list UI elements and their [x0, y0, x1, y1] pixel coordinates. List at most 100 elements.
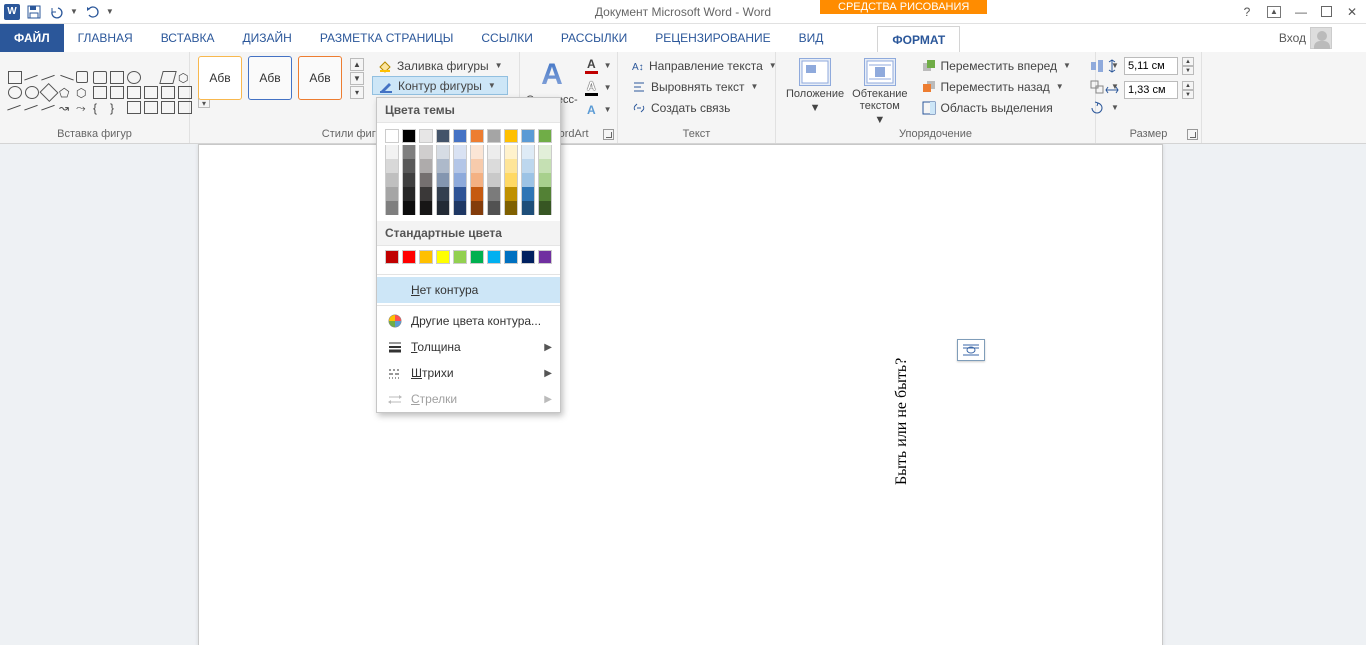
styles-more-icon[interactable]: ▾ — [350, 86, 364, 99]
tab-view[interactable]: ВИД — [785, 24, 838, 52]
standard-color-row[interactable] — [377, 246, 560, 272]
tab-references[interactable]: ССЫЛКИ — [467, 24, 546, 52]
color-swatch[interactable] — [385, 201, 399, 215]
color-swatch[interactable] — [419, 250, 433, 264]
width-down-icon[interactable]: ▼ — [1182, 90, 1194, 99]
color-swatch[interactable] — [504, 145, 518, 159]
color-swatch[interactable] — [385, 159, 399, 173]
theme-color-row[interactable] — [377, 123, 560, 145]
color-swatch[interactable] — [470, 173, 484, 187]
maximize-icon[interactable] — [1321, 6, 1332, 17]
shape-style-2[interactable]: Абв — [248, 56, 292, 100]
text-direction-button[interactable]: A↕ Направление текста▼ — [626, 56, 767, 75]
color-swatch[interactable] — [453, 173, 467, 187]
help-icon[interactable]: ? — [1237, 5, 1257, 19]
color-swatch[interactable] — [521, 145, 535, 159]
styles-up-icon[interactable]: ▲ — [350, 58, 364, 71]
send-backward-button[interactable]: Переместить назад▼ — [916, 77, 1076, 96]
color-swatch[interactable] — [470, 129, 484, 143]
color-swatch[interactable] — [402, 187, 416, 201]
color-swatch[interactable] — [487, 129, 501, 143]
color-swatch[interactable] — [521, 187, 535, 201]
wrap-text-button[interactable]: Обтекание текстом ▼ — [850, 56, 909, 128]
tab-insert[interactable]: ВСТАВКА — [147, 24, 229, 52]
color-swatch[interactable] — [521, 201, 535, 215]
tab-format[interactable]: ФОРМАТ — [877, 26, 960, 52]
color-swatch[interactable] — [385, 250, 399, 264]
shape-width-input[interactable] — [1124, 81, 1178, 99]
color-swatch[interactable] — [504, 187, 518, 201]
size-dialog-launcher[interactable] — [1187, 129, 1198, 140]
shape-style-1[interactable]: Абв — [198, 56, 242, 100]
tab-review[interactable]: РЕЦЕНЗИРОВАНИЕ — [641, 24, 784, 52]
color-swatch[interactable] — [521, 173, 535, 187]
color-swatch[interactable] — [487, 187, 501, 201]
align-text-button[interactable]: Выровнять текст▼ — [626, 77, 767, 96]
color-swatch[interactable] — [521, 129, 535, 143]
more-outline-colors-item[interactable]: Другие цвета контура... — [377, 308, 560, 334]
color-swatch[interactable] — [402, 173, 416, 187]
color-swatch[interactable] — [385, 145, 399, 159]
no-outline-item[interactable]: Нет контура — [377, 277, 560, 303]
color-swatch[interactable] — [470, 159, 484, 173]
tab-page-layout[interactable]: РАЗМЕТКА СТРАНИЦЫ — [306, 24, 468, 52]
wordart-dialog-launcher[interactable] — [603, 129, 614, 140]
color-swatch[interactable] — [487, 250, 501, 264]
dashes-submenu-item[interactable]: Штрихи ▶ — [377, 360, 560, 386]
user-avatar-icon[interactable] — [1310, 27, 1332, 49]
undo-icon[interactable] — [48, 4, 64, 20]
color-swatch[interactable] — [453, 201, 467, 215]
weight-submenu-item[interactable]: Толщина ▶ — [377, 334, 560, 360]
shape-height-field[interactable]: ▲▼ — [1104, 56, 1194, 76]
color-swatch[interactable] — [402, 159, 416, 173]
color-swatch[interactable] — [419, 187, 433, 201]
sign-in-link[interactable]: Вход — [1279, 31, 1306, 45]
color-swatch[interactable] — [487, 201, 501, 215]
width-up-icon[interactable]: ▲ — [1182, 81, 1194, 90]
color-swatch[interactable] — [538, 129, 552, 143]
tab-file[interactable]: ФАЙЛ — [0, 24, 64, 52]
shape-height-input[interactable] — [1124, 57, 1178, 75]
color-swatch[interactable] — [453, 159, 467, 173]
color-swatch[interactable] — [402, 129, 416, 143]
color-swatch[interactable] — [419, 159, 433, 173]
shapes-gallery[interactable]: ⬡ ⬠ ⬡ ↝⤳ {} — [8, 71, 192, 114]
color-swatch[interactable] — [538, 145, 552, 159]
ribbon-options-icon[interactable]: ▲ — [1267, 6, 1281, 18]
color-swatch[interactable] — [436, 173, 450, 187]
color-swatch[interactable] — [402, 145, 416, 159]
color-swatch[interactable] — [453, 129, 467, 143]
color-swatch[interactable] — [385, 173, 399, 187]
color-swatch[interactable] — [487, 173, 501, 187]
color-swatch[interactable] — [504, 173, 518, 187]
color-swatch[interactable] — [504, 159, 518, 173]
rotated-textbox[interactable]: Быть или не быть? — [893, 358, 911, 485]
create-link-button[interactable]: Создать связь — [626, 98, 767, 117]
close-icon[interactable]: ✕ — [1342, 5, 1362, 19]
theme-shade-grid[interactable] — [377, 145, 560, 221]
color-swatch[interactable] — [470, 250, 484, 264]
shape-style-3[interactable]: Абв — [298, 56, 342, 100]
tab-design[interactable]: ДИЗАЙН — [229, 24, 306, 52]
color-swatch[interactable] — [436, 159, 450, 173]
layout-options-button[interactable] — [957, 339, 985, 361]
bring-forward-button[interactable]: Переместить вперед▼ — [916, 56, 1076, 75]
color-swatch[interactable] — [419, 201, 433, 215]
color-swatch[interactable] — [453, 187, 467, 201]
color-swatch[interactable] — [504, 250, 518, 264]
color-swatch[interactable] — [402, 250, 416, 264]
shape-outline-button[interactable]: Контур фигуры▼ — [372, 76, 508, 95]
color-swatch[interactable] — [538, 201, 552, 215]
color-swatch[interactable] — [538, 159, 552, 173]
color-swatch[interactable] — [470, 201, 484, 215]
color-swatch[interactable] — [419, 173, 433, 187]
document-workspace[interactable]: Быть или не быть? — [0, 144, 1366, 645]
color-swatch[interactable] — [402, 201, 416, 215]
color-swatch[interactable] — [453, 145, 467, 159]
shape-fill-button[interactable]: Заливка фигуры▼ — [372, 56, 508, 75]
color-swatch[interactable] — [436, 129, 450, 143]
color-swatch[interactable] — [385, 129, 399, 143]
color-swatch[interactable] — [419, 129, 433, 143]
redo-icon[interactable] — [84, 4, 100, 20]
height-up-icon[interactable]: ▲ — [1182, 57, 1194, 66]
